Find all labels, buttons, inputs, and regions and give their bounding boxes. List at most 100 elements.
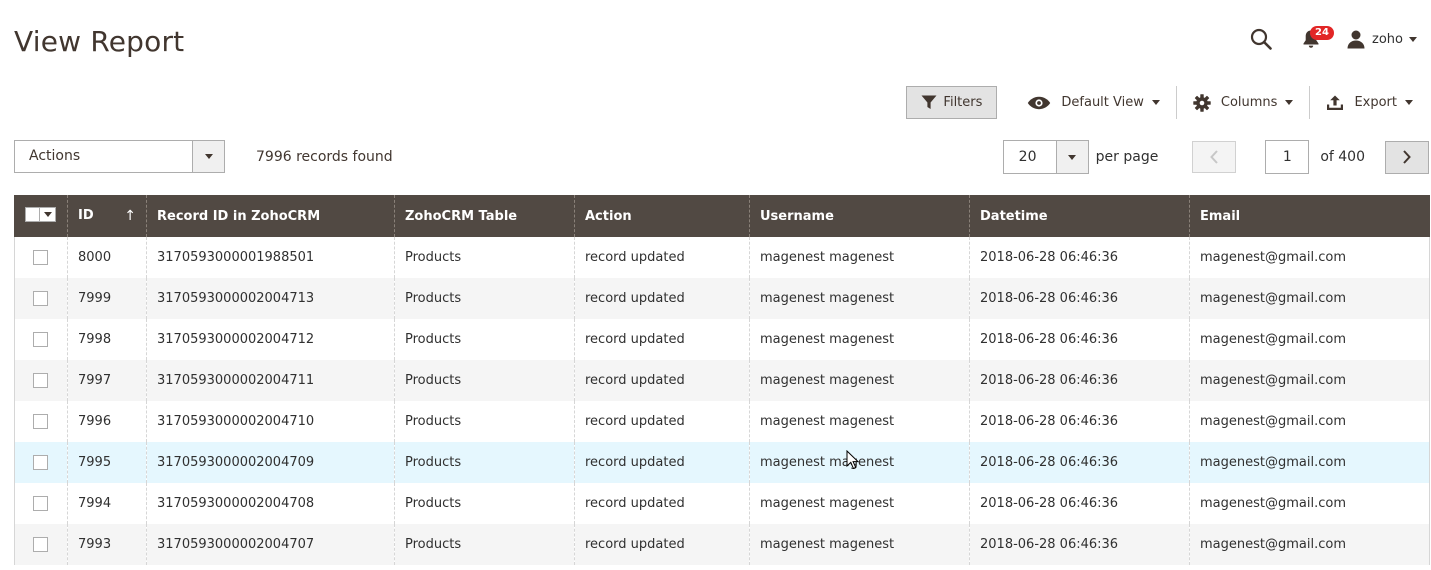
column-header-action[interactable]: Action	[574, 195, 750, 237]
columns-label: Columns	[1220, 95, 1278, 110]
cell-zohocrm-table: Products	[394, 524, 575, 565]
row-checkbox[interactable]	[33, 537, 48, 552]
row-checkbox[interactable]	[33, 455, 48, 470]
column-header-label: ID	[78, 208, 94, 223]
export-icon	[1327, 95, 1344, 110]
row-select-cell	[14, 278, 68, 319]
column-header-label: Record ID in ZohoCRM	[157, 208, 321, 224]
column-header-record-id[interactable]: Record ID in ZohoCRM	[146, 195, 395, 237]
filters-label: Filters	[943, 95, 983, 110]
cell-record-id: 3170593000002004707	[146, 524, 395, 565]
chevron-down-icon	[1405, 100, 1413, 105]
per-page-label: per page	[1095, 149, 1159, 165]
select-options-toggle[interactable]	[40, 212, 55, 217]
mass-select-checkbox[interactable]	[25, 207, 56, 222]
cell-id: 7998	[67, 319, 147, 360]
cell-email: magenest@gmail.com	[1189, 483, 1430, 524]
per-page-toggle[interactable]	[1055, 141, 1088, 173]
row-checkbox[interactable]	[33, 332, 48, 347]
mass-select-header	[14, 195, 68, 237]
cell-record-id: 3170593000001988501	[146, 237, 395, 278]
view-label: Default View	[1061, 95, 1144, 110]
table-row[interactable]: 7996 3170593000002004710 Products record up…	[14, 401, 1430, 442]
row-select-cell	[14, 401, 68, 442]
column-header-label: Username	[760, 208, 834, 224]
cell-id: 7993	[67, 524, 147, 565]
table-row[interactable]: 7995 3170593000002004709 Products record up…	[14, 442, 1430, 483]
filters-button[interactable]: Filters	[906, 86, 998, 119]
notification-count-badge: 24	[1310, 26, 1334, 40]
cell-email: magenest@gmail.com	[1189, 237, 1430, 278]
cell-action: record updated	[574, 278, 750, 319]
table-row[interactable]: 8000 3170593000001988501 Products record up…	[14, 237, 1430, 278]
mass-actions-select[interactable]: Actions	[14, 140, 225, 173]
notifications-button[interactable]: 24	[1298, 24, 1334, 54]
cell-action: record updated	[574, 524, 750, 565]
total-pages: of 400	[1320, 149, 1365, 165]
cell-username: magenest magenest	[749, 319, 970, 360]
column-header-id[interactable]: ID ↑	[67, 195, 147, 237]
cell-action: record updated	[574, 237, 750, 278]
table-row[interactable]: 7998 3170593000002004712 Products record up…	[14, 319, 1430, 360]
column-header-label: ZohoCRM Table	[405, 208, 518, 224]
cell-datetime: 2018-06-28 06:46:36	[969, 278, 1190, 319]
cell-datetime: 2018-06-28 06:46:36	[969, 360, 1190, 401]
previous-page-button[interactable]	[1192, 141, 1237, 173]
row-select-cell	[14, 319, 68, 360]
columns-button[interactable]: Columns	[1177, 86, 1310, 119]
cell-username: magenest magenest	[749, 483, 970, 524]
export-button[interactable]: Export	[1310, 86, 1417, 119]
cell-email: magenest@gmail.com	[1189, 360, 1430, 401]
cell-record-id: 3170593000002004708	[146, 483, 395, 524]
cell-email: magenest@gmail.com	[1189, 524, 1430, 565]
chevron-down-icon	[204, 154, 213, 159]
cell-action: record updated	[574, 401, 750, 442]
export-label: Export	[1354, 95, 1397, 110]
table-row[interactable]: 7994 3170593000002004708 Products record up…	[14, 483, 1430, 524]
search-icon	[1250, 28, 1272, 50]
cell-username: magenest magenest	[749, 237, 970, 278]
cell-id: 7999	[67, 278, 147, 319]
view-switcher[interactable]: Default View	[1011, 86, 1175, 119]
row-checkbox[interactable]	[33, 291, 48, 306]
cell-username: magenest magenest	[749, 360, 970, 401]
mass-actions-toggle[interactable]	[192, 141, 224, 172]
column-header-email[interactable]: Email	[1189, 195, 1430, 237]
grid-header-row: ID ↑ Record ID in ZohoCRM ZohoCRM Table …	[14, 195, 1430, 237]
cell-id: 7994	[67, 483, 147, 524]
row-select-cell	[14, 360, 68, 401]
cell-action: record updated	[574, 442, 750, 483]
per-page-select[interactable]: 20	[1002, 140, 1089, 174]
row-checkbox[interactable]	[33, 373, 48, 388]
cell-username: magenest magenest	[749, 278, 970, 319]
cell-zohocrm-table: Products	[394, 237, 575, 278]
column-header-zohocrm-table[interactable]: ZohoCRM Table	[394, 195, 575, 237]
mass-actions-value: Actions	[29, 148, 81, 164]
table-row[interactable]: 7993 3170593000002004707 Products record up…	[14, 524, 1430, 565]
user-menu[interactable]: zoho	[1346, 29, 1417, 49]
row-select-cell	[14, 483, 68, 524]
cell-datetime: 2018-06-28 06:46:36	[969, 442, 1190, 483]
eye-icon	[1028, 96, 1051, 109]
column-header-datetime[interactable]: Datetime	[969, 195, 1190, 237]
column-header-label: Action	[585, 208, 632, 224]
cell-id: 7995	[67, 442, 147, 483]
row-checkbox[interactable]	[33, 496, 48, 511]
current-page-input[interactable]: 1	[1265, 140, 1310, 174]
cell-zohocrm-table: Products	[394, 401, 575, 442]
cell-datetime: 2018-06-28 06:46:36	[969, 319, 1190, 360]
cell-email: magenest@gmail.com	[1189, 401, 1430, 442]
column-header-username[interactable]: Username	[749, 195, 970, 237]
row-checkbox[interactable]	[33, 250, 48, 265]
search-button[interactable]	[1246, 24, 1276, 54]
gear-icon	[1193, 93, 1211, 112]
cell-zohocrm-table: Products	[394, 360, 575, 401]
row-checkbox[interactable]	[33, 414, 48, 429]
cell-username: magenest magenest	[749, 524, 970, 565]
cell-datetime: 2018-06-28 06:46:36	[969, 237, 1190, 278]
next-page-button[interactable]	[1385, 140, 1429, 174]
table-row[interactable]: 7999 3170593000002004713 Products record up…	[14, 278, 1430, 319]
column-header-label: Email	[1200, 208, 1241, 224]
cell-zohocrm-table: Products	[394, 442, 575, 483]
table-row[interactable]: 7997 3170593000002004711 Products record up…	[14, 360, 1430, 401]
